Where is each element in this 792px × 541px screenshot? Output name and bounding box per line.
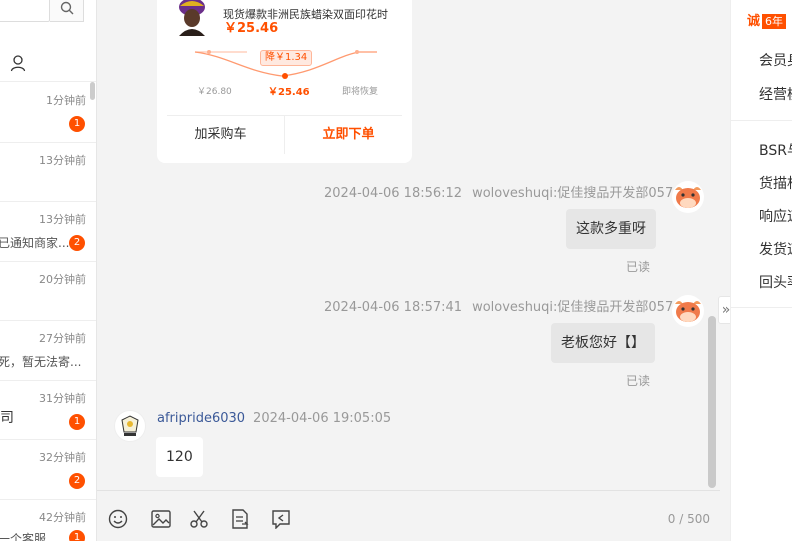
cow-avatar-icon[interactable] [671,180,705,214]
original-price-label: ￥26.80 [197,87,232,97]
conversation-time: 32分钟前 [39,451,86,464]
product-price: ￥25.46 [224,21,279,36]
integrity-years: 6年 [762,14,787,29]
message-sender: woloveshuqi:促佳搜品开发部057 [472,186,674,201]
unread-badge: 1 [69,116,85,132]
product-card[interactable]: 现货爆款非洲民族蜡染双面印花时 ￥25.46 降￥1.34 ￥26.80 ￥25… [157,0,412,163]
screenshot-button[interactable] [188,508,210,530]
search-icon [60,1,73,15]
double-chevron-right-icon: » [721,302,731,318]
message-timestamp: 2024-04-06 18:57:41 [324,300,463,315]
price-drop-tag: 降￥1.34 [260,50,313,66]
info-item: 会员身 [759,53,792,69]
info-item: 经营模 [759,87,792,103]
scissors-icon [190,510,208,528]
read-status: 已读 [626,260,651,274]
add-to-cart-button[interactable]: 加采购车 [157,116,284,154]
user-icon[interactable] [10,54,26,72]
message-meta: 2024-04-06 18:56:12 woloveshuqi:促佳搜品开发部05… [324,182,673,201]
integrity-badge: 诚 6年 [747,10,787,29]
image-icon [151,510,171,528]
integrity-mark: 诚 [747,14,761,29]
conversation-preview: 死，暂无法寄... [0,355,82,369]
emoji-icon [108,509,128,529]
conversation-item[interactable]: 32分钟前 2 [0,440,96,500]
chat-window: 1分钟前 1 13分钟前 13分钟前 已通知商家... 2 20分钟前 27分钟… [0,0,792,541]
message-sender: woloveshuqi:促佳搜品开发部057 [472,300,674,315]
unread-badge: 1 [69,529,85,541]
conversation-item[interactable]: 13分钟前 已通知商家... 2 [0,202,96,262]
panel-divider [731,307,792,308]
price-recover-label: 即将恢复 [342,87,379,97]
read-status: 已读 [626,374,651,388]
cow-avatar-icon[interactable] [671,294,705,328]
char-counter: 0 / 500 [667,512,710,526]
message-meta: 2024-04-06 18:57:41 woloveshuqi:促佳搜品开发部05… [324,296,673,315]
conversation-time: 42分钟前 [39,510,86,524]
info-item: 响应速 [759,209,792,225]
history-button[interactable] [270,508,292,530]
conversation-time: 13分钟前 [39,153,86,167]
shop-info-panel: 诚6年 会员身 经营模 BSR与 货描相 响应速 发货速 回头率 [730,0,792,541]
message-bubble: 120 [156,437,203,477]
conversation-list: 1分钟前 1 13分钟前 13分钟前 已通知商家... 2 20分钟前 27分钟… [0,83,96,541]
conversation-item[interactable]: 42分钟前 一个客服 1 [0,500,96,541]
info-item: BSR与 [759,143,792,159]
message-bubble: 这款多重呀 [566,209,656,249]
conversation-time: 13分钟前 [39,213,86,226]
current-price-label: ￥25.46 [268,87,310,98]
search-input[interactable] [0,0,50,22]
conversation-preview: 司 [0,409,14,426]
conversation-preview: 已通知商家... [0,236,70,250]
message-timestamp: 2024-04-06 19:05:05 [253,411,392,426]
chat-scrollbar[interactable] [708,316,716,488]
shop-logo-icon [121,415,139,436]
document-icon [232,509,249,529]
emoji-button[interactable] [107,508,129,530]
unread-badge: 1 [69,413,85,430]
chat-area: 现货爆款非洲民族蜡染双面印花时 ￥25.46 降￥1.34 ￥26.80 ￥25… [97,0,720,541]
input-toolbar: 0 / 500 [97,490,720,541]
conversation-item[interactable]: 31分钟前 司 1 [0,381,96,440]
info-item: 货描相 [759,176,792,192]
quick-phrase-button[interactable] [229,508,251,530]
conversation-time: 31分钟前 [39,391,86,405]
unread-badge: 2 [69,473,85,489]
conversation-sidebar: 1分钟前 1 13分钟前 13分钟前 已通知商家... 2 20分钟前 27分钟… [0,0,97,541]
conversation-item[interactable]: 27分钟前 死，暂无法寄... [0,321,96,381]
info-item: 发货速 [759,242,792,258]
conversation-time: 27分钟前 [39,332,86,345]
message-sender[interactable]: afripride6030 [157,411,245,426]
message-meta: afripride6030 2024-04-06 19:05:05 [157,411,391,426]
contact-tabs [0,42,96,82]
info-item: 回头率 [759,275,792,291]
conversation-item[interactable]: 13分钟前 [0,143,96,202]
panel-divider [731,120,792,121]
buy-now-button[interactable]: 立即下单 [285,116,412,154]
message-return-icon [272,510,290,529]
shop-avatar[interactable] [114,410,146,442]
conversation-time: 20分钟前 [39,272,86,286]
product-image[interactable] [175,0,209,36]
conversation-item[interactable]: 1分钟前 1 [0,83,96,143]
conversation-time: 1分钟前 [46,94,86,107]
conversation-item[interactable]: 20分钟前 [0,262,96,321]
message-timestamp: 2024-04-06 18:56:12 [324,186,463,201]
unread-badge: 2 [69,235,85,251]
conversation-preview: 一个客服 [0,531,47,541]
message-bubble: 老板您好【】 [551,323,655,363]
search-button[interactable] [50,0,84,22]
image-button[interactable] [150,508,172,530]
